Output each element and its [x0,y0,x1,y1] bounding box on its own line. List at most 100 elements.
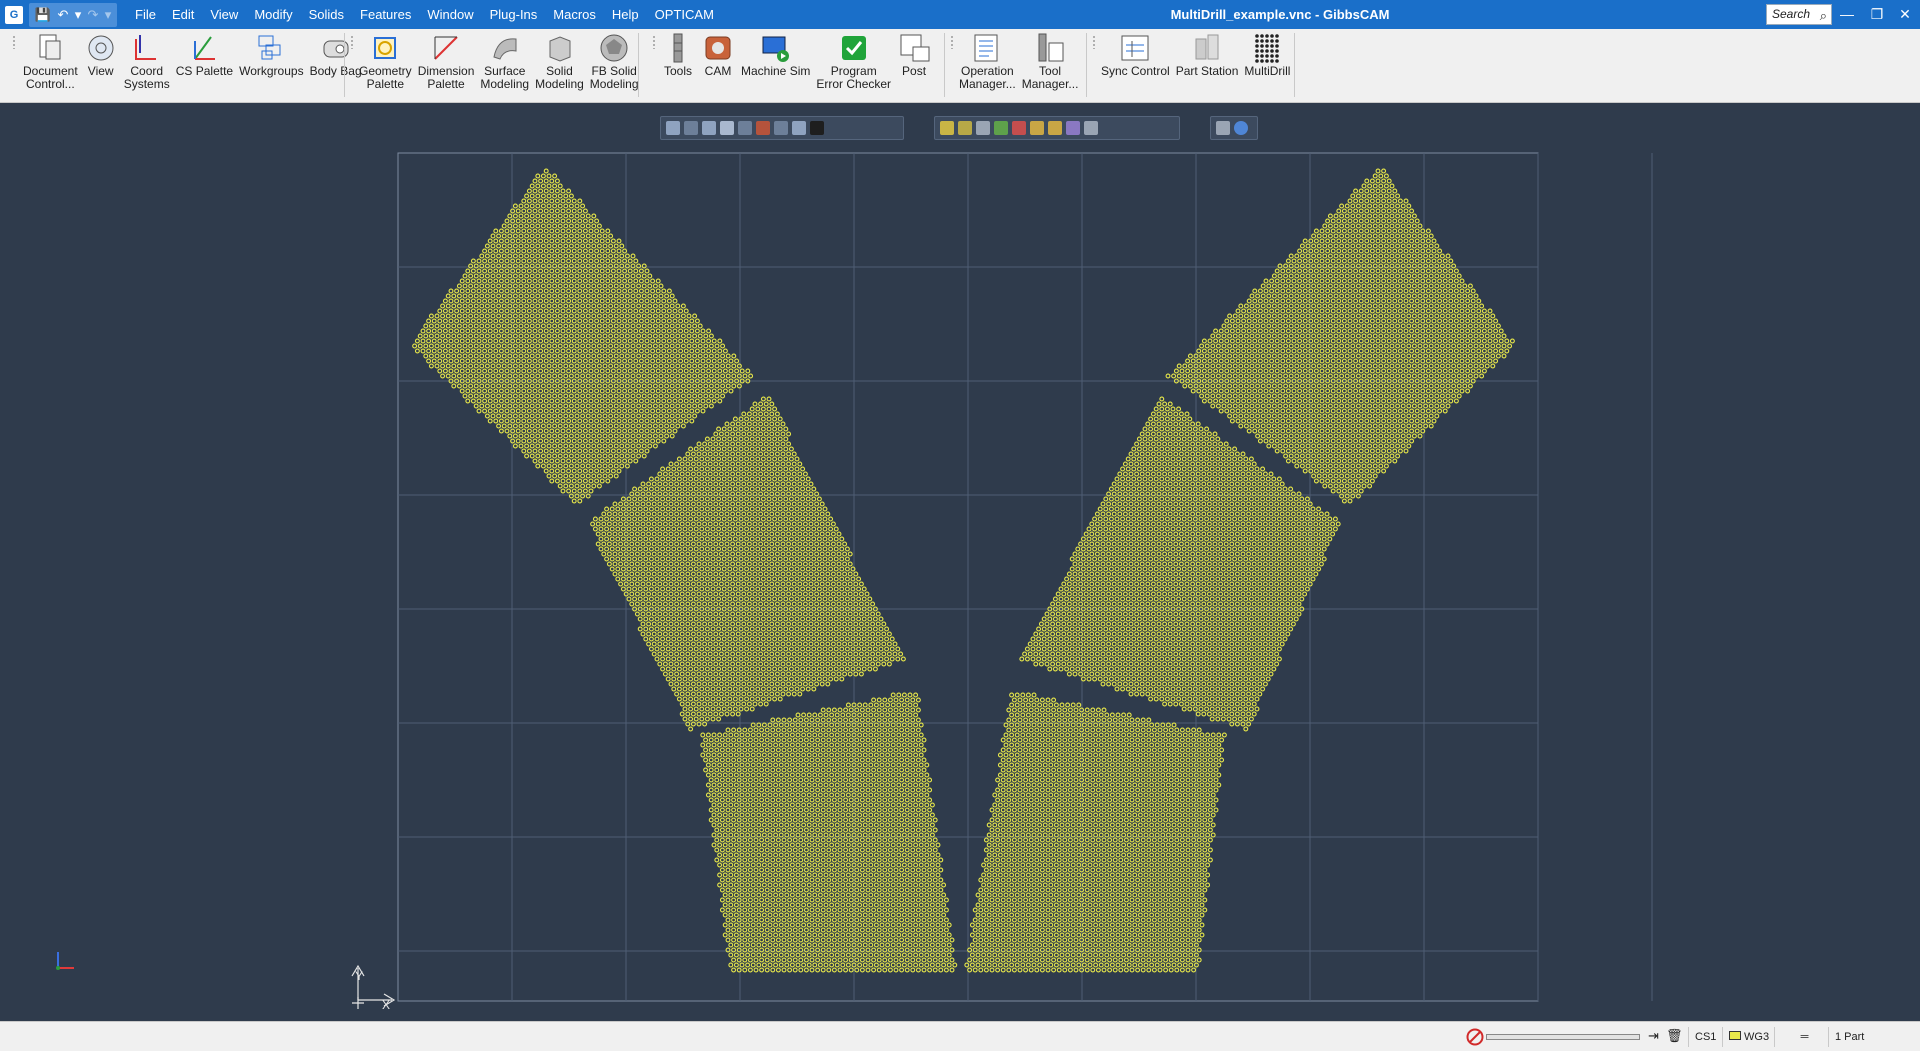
tool-display-icon[interactable] [1030,121,1044,135]
view-button[interactable]: View [81,29,121,101]
close-button[interactable]: ✕ [1890,0,1920,29]
view-icon [84,31,118,65]
menu-file[interactable]: File [127,0,164,29]
graphics-viewport[interactable]: YX [0,104,1920,1021]
ribbon-button-label: View [87,64,114,78]
ribbon-button-label: Sync Control [1101,64,1170,78]
ribbon-group-cam: Tools CAM Machine Sim Program Error Checker… [658,29,934,101]
stock-display-icon[interactable] [994,121,1008,135]
multidrill-button[interactable]: MultiDrill [1241,29,1293,101]
menu-edit[interactable]: Edit [164,0,202,29]
toolbar-grip[interactable] [652,35,656,49]
stop-icon[interactable] [1466,1028,1484,1046]
ribbon-button-label: Workgroups [239,64,304,78]
cam-button[interactable]: CAM [698,29,738,101]
view-toolbar [660,116,904,140]
redo-icon[interactable]: ↷ [83,6,103,24]
program-error-checker-button[interactable]: Program Error Checker [813,29,894,101]
snap-icon[interactable] [792,121,806,135]
operation-manager-button[interactable]: Operation Manager... [956,29,1019,101]
search-icon[interactable]: ⌕ [1820,6,1827,25]
cs-indicator[interactable]: CS1 [1688,1027,1722,1047]
gibbscam-logo-icon[interactable]: G [5,5,23,24]
solid-display-icon[interactable] [940,121,954,135]
section-icon[interactable] [774,121,788,135]
units-indicator[interactable]: ═ [1774,1027,1828,1047]
fb-solid-modeling-button[interactable]: FB Solid Modeling [587,29,642,101]
undo-icon[interactable]: ↶ [53,6,73,24]
drill-hole-pattern[interactable] [412,168,1515,973]
toolpath-display-icon[interactable] [1048,121,1062,135]
part-station-button[interactable]: Part Station [1173,29,1242,101]
menu-modify[interactable]: Modify [246,0,300,29]
menu-bar: File Edit View Modify Solids Features Window Pl… [127,0,722,29]
toolbar-grip[interactable] [350,35,354,49]
geometry-palette-icon [368,31,402,65]
search-input[interactable]: Search ⌕ [1766,4,1832,25]
menu-help[interactable]: Help [604,0,647,29]
dimension-palette-icon [429,31,463,65]
solid-modeling-button[interactable]: Solid Modeling [532,29,587,101]
document-control-button[interactable]: Document Control... [20,29,81,101]
document-control-icon [33,31,67,65]
menu-window[interactable]: Window [419,0,481,29]
zoom-fit-icon[interactable] [1216,121,1230,135]
geometry-palette-button[interactable]: Geometry Palette [356,29,415,101]
menu-view[interactable]: View [202,0,246,29]
post-icon [897,31,931,65]
hidden-line-icon[interactable] [976,121,990,135]
grid-icon[interactable] [810,121,824,135]
help-toolbar [1210,116,1258,140]
goto-end-icon[interactable]: ⇥ [1648,1028,1659,1044]
window-layout-icon[interactable] [1084,121,1098,135]
undo-dropdown-icon[interactable]: ▾ [73,6,83,24]
save-icon[interactable]: 💾 [33,6,53,24]
fixture-display-icon[interactable] [1012,121,1026,135]
redo-dropdown-icon[interactable]: ▾ [103,6,113,24]
body-bag-icon [319,31,353,65]
view-mode-icon[interactable] [666,121,680,135]
cs-palette-button[interactable]: CS Palette [173,29,236,101]
surface-modeling-icon [488,31,522,65]
minimize-button[interactable]: — [1832,0,1862,29]
part-drawing[interactable]: YX [0,104,1920,1021]
shading-icon[interactable] [756,121,770,135]
surface-modeling-button[interactable]: Surface Modeling [477,29,532,101]
view-front-icon[interactable] [702,121,716,135]
dimension-palette-button[interactable]: Dimension Palette [415,29,478,101]
view-select-icon[interactable] [684,121,698,135]
trash-icon[interactable]: 🗑 [1666,1028,1683,1044]
menu-macros[interactable]: Macros [545,0,604,29]
menu-opticam[interactable]: OPTICAM [647,0,722,29]
wireframe-icon[interactable] [958,121,972,135]
ribbon-button-label: Dimension Palette [417,64,475,91]
x-axis-label: X [382,998,390,1012]
toolbar-grip[interactable] [12,35,16,49]
ribbon-button-label: Solid Modeling [535,64,584,91]
toolbar-grip[interactable] [1092,35,1096,49]
search-placeholder: Search [1772,7,1811,21]
part-station-icon [1190,31,1224,65]
toolbar-grip[interactable] [950,35,954,49]
ribbon-button-label: FB Solid Modeling [589,64,639,91]
color-display-icon[interactable] [1066,121,1080,135]
help-icon[interactable] [1234,121,1248,135]
menu-solids[interactable]: Solids [301,0,352,29]
menu-plug-ins[interactable]: Plug-Ins [482,0,546,29]
menu-features[interactable]: Features [352,0,419,29]
wg-indicator[interactable]: WG3 [1722,1027,1774,1047]
sync-control-button[interactable]: Sync Control [1098,29,1173,101]
workgroups-button[interactable]: Workgroups [236,29,306,101]
coord-systems-button[interactable]: Coord Systems [121,29,173,101]
workgroups-icon [254,31,288,65]
machine-sim-button[interactable]: Machine Sim [738,29,813,101]
coord-systems-icon [130,31,164,65]
post-button[interactable]: Post [894,29,934,101]
view-back-icon[interactable] [720,121,734,135]
ribbon-button-label: Body Bag [309,64,362,78]
tools-button[interactable]: Tools [658,29,698,101]
restore-button[interactable]: ❐ [1862,0,1892,29]
tool-manager-button[interactable]: Tool Manager... [1019,29,1082,101]
ribbon-group-document: Document Control... View Coord Systems CS P… [20,29,365,101]
view-rotate-icon[interactable] [738,121,752,135]
